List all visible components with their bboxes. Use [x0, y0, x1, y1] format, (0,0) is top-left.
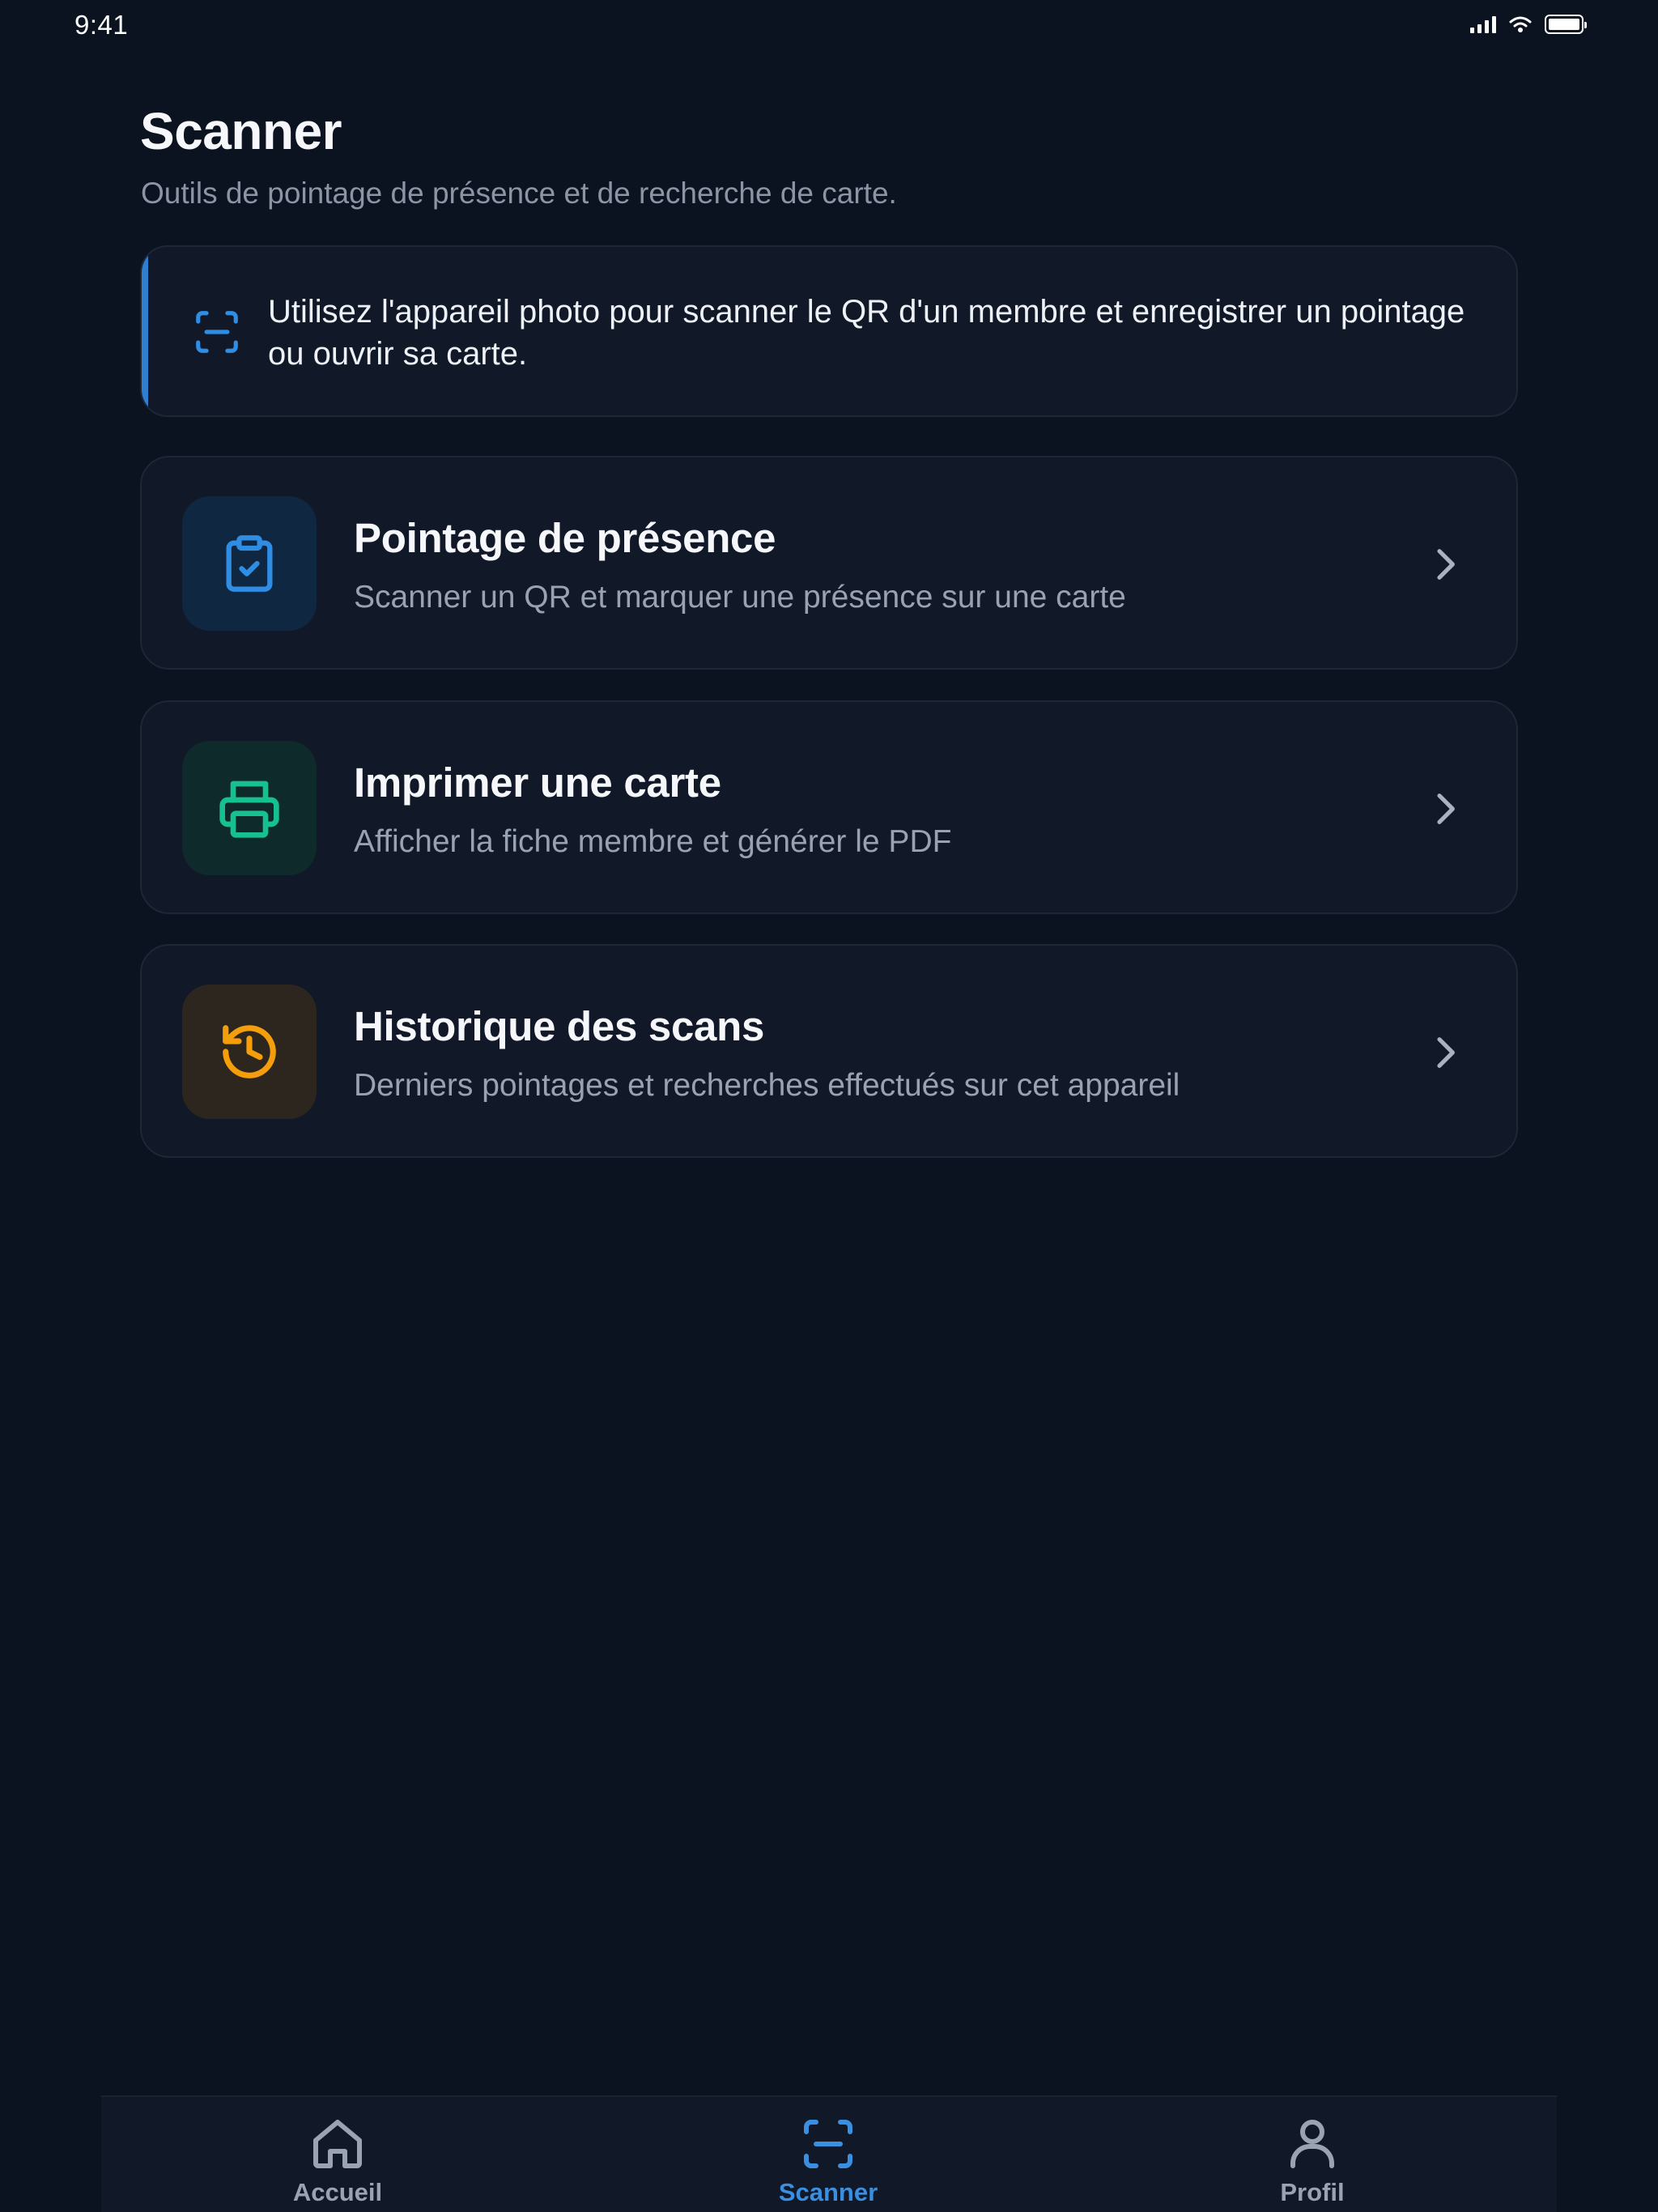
- print-card-card[interactable]: Imprimer une carte Afficher la fiche mem…: [140, 700, 1518, 914]
- battery-icon: [1545, 15, 1587, 34]
- bottom-nav: Accueil Scanner Profil: [101, 2095, 1557, 2212]
- info-text: Utilisez l'appareil photo pour scanner l…: [268, 294, 1465, 372]
- history-title: Historique des scans: [354, 1003, 765, 1049]
- history-icon-tile: [182, 985, 317, 1119]
- clipboard-check-icon: [226, 535, 273, 592]
- status-time: 9:41: [74, 10, 129, 40]
- chevron-right-icon: [1437, 1037, 1455, 1068]
- nav-item-profil[interactable]: Profil: [1207, 2115, 1418, 2207]
- print-description: Afficher la fiche membre et générer le P…: [354, 824, 952, 859]
- status-bar: 9:41: [0, 0, 1658, 52]
- home-icon: [313, 2120, 362, 2168]
- signal-icon: [1470, 15, 1496, 33]
- history-description: Derniers pointages et recherches effectu…: [354, 1068, 1180, 1103]
- info-banner: Utilisez l'appareil photo pour scanner l…: [140, 245, 1518, 417]
- nav-label-accueil: Accueil: [292, 2178, 383, 2206]
- attendance-icon-tile: [182, 496, 317, 631]
- print-title: Imprimer une carte: [354, 759, 721, 806]
- status-icons: [1470, 15, 1587, 34]
- history-icon: [223, 1025, 276, 1078]
- wifi-icon: [1509, 16, 1532, 32]
- print-icon-tile: [182, 741, 317, 875]
- page-subtitle: Outils de pointage de présence et de rec…: [141, 177, 897, 210]
- chevron-right-icon: [1437, 793, 1455, 824]
- attendance-description: Scanner un QR et marquer une présence su…: [354, 580, 1126, 615]
- chevron-right-icon: [1437, 549, 1455, 580]
- printer-icon: [219, 781, 279, 838]
- scanner-screen: 9:41 Scanner Outils de pointage de prése…: [0, 0, 1658, 2212]
- scan-history-card[interactable]: Historique des scans Derniers pointages …: [140, 944, 1518, 1158]
- nav-label-profil: Profil: [1280, 2178, 1345, 2206]
- user-icon: [1290, 2120, 1334, 2168]
- attendance-title: Pointage de présence: [354, 515, 776, 561]
- page-title: Scanner: [140, 102, 342, 160]
- scan-icon: [196, 311, 238, 353]
- scan-icon: [804, 2120, 852, 2168]
- nav-item-accueil[interactable]: Accueil: [232, 2115, 443, 2207]
- attendance-card[interactable]: Pointage de présence Scanner un QR et ma…: [140, 456, 1518, 670]
- nav-item-scanner[interactable]: Scanner: [723, 2115, 933, 2207]
- nav-label-scanner: Scanner: [778, 2178, 878, 2206]
